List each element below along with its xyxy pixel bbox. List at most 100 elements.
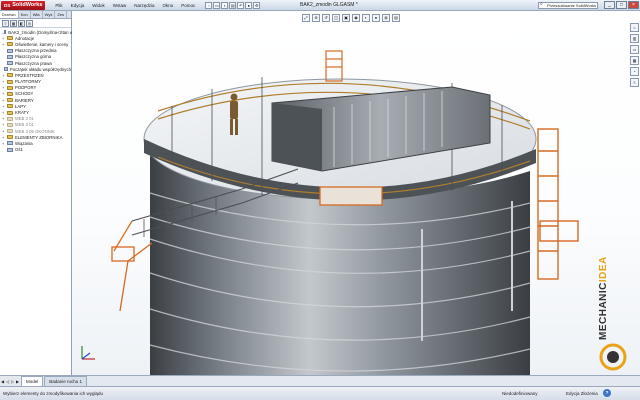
file-explorer-icon[interactable]: ▭ xyxy=(630,45,639,54)
print-icon[interactable]: ▤ xyxy=(229,1,237,9)
document-title: BAK2_zmodin GLGASM * xyxy=(300,2,358,8)
model-tabs-bar: ◀ ◁ ▷ ▶ Model Badanie ruchu 1 xyxy=(0,375,640,386)
folder-icon xyxy=(7,104,13,109)
assembly-icon xyxy=(4,30,7,35)
zoom-fit-icon[interactable]: ⤢ xyxy=(302,14,310,22)
menu-file[interactable]: Plik xyxy=(51,3,66,8)
tab-configuration[interactable]: Kon xyxy=(19,11,31,18)
close-button[interactable]: × xyxy=(628,1,639,9)
edit-appearance-icon[interactable]: ● xyxy=(372,14,380,22)
menu-help[interactable]: Pomoc xyxy=(177,3,199,8)
tab-last-icon[interactable]: ▶ xyxy=(15,379,20,384)
view-settings-icon[interactable]: ▤ xyxy=(392,14,400,22)
open-icon[interactable]: ▭ xyxy=(213,1,221,9)
tab-feature-tree[interactable]: Drzewo xyxy=(0,11,19,18)
folder-icon xyxy=(7,85,13,90)
appearances-icon[interactable]: ◔ xyxy=(630,67,639,76)
tree-item-label: MEB 3 01 xyxy=(15,122,34,128)
tab-model[interactable]: Model xyxy=(21,376,44,386)
view-orientation-icon[interactable]: ▣ xyxy=(342,14,350,22)
tree-item-label: PLATFORMY xyxy=(15,79,41,85)
options-icon[interactable]: ⚙ xyxy=(253,1,261,9)
menu-window[interactable]: Okno xyxy=(158,3,177,8)
menu-tools[interactable]: Narzędzia xyxy=(130,3,158,8)
save-icon[interactable]: ▪ xyxy=(221,1,229,9)
tree-item-label: ŁAPY xyxy=(15,103,26,109)
folder-icon xyxy=(7,73,13,78)
tree-item-label: Oświetlenie, kamery i sceny xyxy=(15,41,69,47)
tree-item-label: KRATY xyxy=(15,110,30,116)
tab-assembly[interactable]: Zes xyxy=(55,11,67,18)
tree-item-label: Oś1 xyxy=(15,147,23,153)
folder-icon xyxy=(7,110,13,115)
feature-manager-panel: Drzewo Kon Wła Wyś Zes ≡ ▦ ◧ ◎ – BAK2_zm… xyxy=(0,11,84,375)
menu-view[interactable]: Widok xyxy=(88,3,109,8)
tree-item-label: PRZESTRZEŃ xyxy=(15,72,44,78)
graphics-viewport[interactable]: ⤢ ⊕ ↺ ◫ ▣ ◉ ◐ ● ◍ ▤ ⌂ ▥ ▭ ▦ ◔ ≡ MECHANIC… xyxy=(72,11,640,375)
title-bar: DS SolidWorks Plik Edycja Widok Wstaw Na… xyxy=(0,0,640,11)
help-icon[interactable]: ? xyxy=(603,389,611,397)
folder-icon xyxy=(7,135,13,140)
previous-view-icon[interactable]: ↺ xyxy=(322,14,330,22)
tree-item-label: Płaszczyzna przednia xyxy=(15,48,57,54)
tree-item-label: Adnotacje xyxy=(15,35,35,41)
search-icon: ⌕ xyxy=(540,1,543,7)
folder-icon xyxy=(7,122,13,127)
tree-item-label: MEB 3 01 xyxy=(15,116,34,122)
solidworks-logo[interactable]: DS SolidWorks xyxy=(1,0,46,10)
property-manager-icon[interactable]: ▦ xyxy=(10,19,17,27)
restore-button[interactable]: □ xyxy=(616,1,627,9)
search-input[interactable]: ⌕ Przeszukiwanie SolidWorks xyxy=(538,2,598,9)
folder-icon xyxy=(7,116,13,121)
folder-icon xyxy=(7,42,13,47)
folder-icon xyxy=(7,36,13,41)
configuration-icon[interactable]: ◧ xyxy=(18,19,25,27)
undo-icon[interactable]: ↶ xyxy=(237,1,245,9)
origin-icon xyxy=(4,67,8,72)
task-pane-tabs: ⌂ ▥ ▭ ▦ ◔ ≡ xyxy=(630,23,639,87)
feature-manager-icon[interactable]: ≡ xyxy=(2,19,9,27)
menu-bar: Plik Edycja Widok Wstaw Narzędzia Okno P… xyxy=(51,3,199,8)
axis-triad-icon xyxy=(81,346,95,360)
panel-tabs: Drzewo Kon Wła Wyś Zes xyxy=(0,11,71,19)
tab-display[interactable]: Wyś xyxy=(43,11,56,18)
folder-icon xyxy=(7,79,13,84)
rebuild-icon[interactable]: ● xyxy=(245,1,253,9)
panel-toolbar: ≡ ▦ ◧ ◎ xyxy=(0,19,71,28)
tree-root[interactable]: – BAK2_zmodin (Domyślna<Stan wyświe xyxy=(2,29,84,35)
tree-item[interactable]: Początek układu współrzędnych xyxy=(2,66,71,72)
section-view-icon[interactable]: ◫ xyxy=(332,14,340,22)
view-palette-icon[interactable]: ▦ xyxy=(630,56,639,65)
hide-show-icon[interactable]: ◐ xyxy=(362,14,370,22)
tab-motion-study[interactable]: Badanie ruchu 1 xyxy=(44,376,88,386)
tree-item-label: BARIERY xyxy=(15,97,34,103)
dim-expert-icon[interactable]: ◎ xyxy=(26,19,33,27)
status-definition: Niedodefiniowany xyxy=(502,391,538,396)
custom-properties-icon[interactable]: ≡ xyxy=(630,78,639,87)
tree-item-label: Płaszczyzna górna xyxy=(15,54,52,60)
tree-item-label: MEB 3 05 OKONNIK xyxy=(15,128,55,134)
tree-item-label: Początek układu współrzędnych xyxy=(9,66,71,72)
tree-item-label: Płaszczyzna prawa xyxy=(15,60,52,66)
zoom-area-icon[interactable]: ⊕ xyxy=(312,14,320,22)
plane-icon xyxy=(7,48,13,53)
status-bar: Wybierz elementy do zmodyfikowania ich w… xyxy=(0,386,640,400)
folder-icon xyxy=(7,129,13,134)
menu-insert[interactable]: Wstaw xyxy=(109,3,131,8)
design-library-icon[interactable]: ▥ xyxy=(630,34,639,43)
tank-model[interactable] xyxy=(72,11,640,375)
status-mode: Edycja Złożenia xyxy=(566,391,598,396)
menu-edit[interactable]: Edycja xyxy=(67,3,89,8)
feature-tree: – BAK2_zmodin (Domyślna<Stan wyświe + Adn… xyxy=(0,28,84,153)
tree-item-label: SCHODY xyxy=(15,91,34,97)
display-style-icon[interactable]: ◉ xyxy=(352,14,360,22)
apply-scene-icon[interactable]: ◍ xyxy=(382,14,390,22)
axis-icon xyxy=(7,147,13,152)
mates-icon xyxy=(7,141,13,146)
new-icon[interactable]: ▫ xyxy=(205,1,213,9)
tree-item[interactable]: Oś1 xyxy=(2,147,71,153)
tab-properties[interactable]: Wła xyxy=(31,11,43,18)
resources-icon[interactable]: ⌂ xyxy=(630,23,639,32)
minimize-button[interactable]: _ xyxy=(604,1,615,9)
quick-access-toolbar: ▫ ▭ ▪ ▤ ↶ ● ⚙ xyxy=(205,1,261,9)
